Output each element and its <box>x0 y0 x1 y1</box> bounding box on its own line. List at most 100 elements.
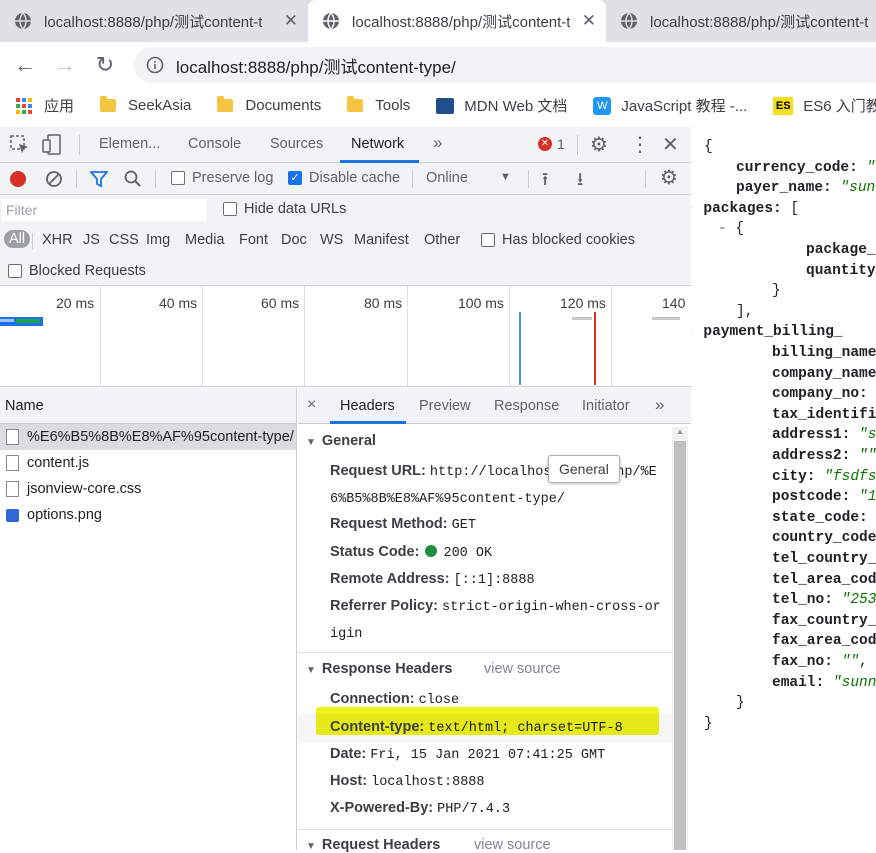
json-line: email: "sunny <box>772 675 876 691</box>
response-headers-section-title[interactable]: ▼ Response Headers <box>306 661 452 677</box>
type-doc[interactable]: Doc <box>281 232 307 248</box>
scrollbar-thumb[interactable] <box>674 441 686 850</box>
type-ws[interactable]: WS <box>320 232 343 248</box>
clear-icon[interactable] <box>45 170 63 188</box>
inspect-element-icon[interactable] <box>10 135 30 155</box>
json-key: city: <box>772 468 825 485</box>
general-section-title[interactable]: ▼ General <box>306 433 376 449</box>
request-row[interactable]: jsonview-core.css <box>0 476 296 502</box>
request-row[interactable]: options.png <box>0 502 296 528</box>
bookmark-tools[interactable]: Tools <box>347 96 410 114</box>
json-line: billing_name <box>772 345 876 361</box>
tab-response[interactable]: Response <box>494 398 559 414</box>
type-font[interactable]: Font <box>239 232 268 248</box>
bookmark-mdn[interactable]: MDN Web 文档 <box>436 95 567 116</box>
close-icon[interactable]: ✕ <box>284 12 298 30</box>
filter-funnel-icon[interactable] <box>90 170 108 188</box>
checkbox-label: Blocked Requests <box>29 263 146 279</box>
preserve-log-checkbox[interactable]: Preserve log <box>171 170 273 186</box>
kebab-menu-icon[interactable]: ⋮ <box>630 132 650 157</box>
more-detail-tabs-icon[interactable]: » <box>655 395 664 415</box>
browser-tab-3[interactable]: localhost:8888/php/测试content-type/ <box>606 0 876 42</box>
details-scrollbar[interactable]: ▲ <box>672 427 688 850</box>
details-tab-bar: × Headers Preview Response Initiator » <box>298 388 691 424</box>
back-arrow-icon[interactable]: ← <box>12 52 38 78</box>
more-tabs-icon[interactable]: » <box>433 133 442 153</box>
type-other[interactable]: Other <box>424 232 460 248</box>
json-string-value: "" <box>841 654 860 670</box>
timeline-label: 140 <box>662 295 686 311</box>
close-devtools-icon[interactable]: ✕ <box>662 132 679 157</box>
tab-console[interactable]: Console <box>188 136 241 152</box>
bookmark-apps[interactable]: 应用 <box>16 95 74 116</box>
tab-network[interactable]: Network <box>351 136 404 152</box>
collapse-toggle-icon[interactable]: - <box>692 324 703 340</box>
bookmark-seekasia[interactable]: SeekAsia <box>100 96 191 114</box>
json-line: } <box>736 695 745 711</box>
status-code-row: Status Code: 200 OK <box>330 539 492 567</box>
has-blocked-cookies-checkbox[interactable]: Has blocked cookies <box>481 232 635 248</box>
network-settings-gear-icon[interactable]: ⚙ <box>660 165 678 190</box>
header-value: [::1]:8888 <box>453 573 535 588</box>
settings-gear-icon[interactable]: ⚙ <box>590 132 608 157</box>
import-har-icon[interactable]: ⭱ <box>542 167 548 197</box>
collapse-toggle-icon[interactable]: - <box>692 201 703 217</box>
filter-input[interactable]: Filter <box>2 199 206 221</box>
view-source-link[interactable]: view source <box>474 837 551 853</box>
document-icon <box>6 481 19 497</box>
bookmark-es6[interactable]: ES ES6 入门教程 <box>773 95 876 116</box>
browser-tab-2[interactable]: localhost:8888/php/测试content-type/ ✕ <box>308 0 606 42</box>
type-all[interactable]: All <box>4 230 31 248</box>
type-css[interactable]: CSS <box>109 232 139 248</box>
json-line: { <box>704 139 713 155</box>
address-bar[interactable]: localhost:8888/php/测试content-type/ <box>134 47 876 83</box>
search-icon[interactable] <box>124 170 142 188</box>
type-manifest[interactable]: Manifest <box>354 232 409 248</box>
record-icon[interactable] <box>10 171 26 187</box>
tab-headers[interactable]: Headers <box>340 398 395 414</box>
dropdown-arrow-icon[interactable]: ▼ <box>500 171 511 183</box>
close-icon[interactable]: ✕ <box>582 12 596 30</box>
json-key: state_code: <box>772 509 868 526</box>
reload-icon[interactable]: ↻ <box>92 52 118 78</box>
name-column-header[interactable]: Name <box>0 388 296 424</box>
error-icon[interactable]: ✕ <box>538 137 552 151</box>
network-overview-timeline[interactable]: 20 ms 40 ms 60 ms 80 ms 100 ms 120 ms 14… <box>0 286 691 387</box>
close-details-icon[interactable]: × <box>307 396 316 414</box>
request-list: Name %E6%B5%8B%E8%AF%95content-type/ con… <box>0 388 297 850</box>
blocked-requests-checkbox[interactable]: Blocked Requests <box>8 263 146 279</box>
tab-preview[interactable]: Preview <box>419 398 471 414</box>
browser-tab-1[interactable]: localhost:8888/php/测试content-type/ ✕ <box>0 0 308 42</box>
response-header-row: Date: Fri, 15 Jan 2021 07:41:25 GMT <box>330 741 605 769</box>
disable-cache-checkbox[interactable]: ✓ Disable cache <box>288 170 400 186</box>
type-media[interactable]: Media <box>185 232 225 248</box>
error-count[interactable]: 1 <box>557 136 565 152</box>
json-key: address2: <box>772 448 860 464</box>
json-key: tel_no: <box>772 592 842 609</box>
tooltip: General <box>548 455 620 483</box>
json-key: payment_billing_ <box>703 324 843 341</box>
hide-data-urls-checkbox[interactable]: Hide data URLs <box>223 201 346 217</box>
tab-initiator[interactable]: Initiator <box>582 398 630 414</box>
request-row[interactable]: content.js <box>0 450 296 476</box>
request-name: content.js <box>27 455 90 471</box>
info-icon[interactable] <box>146 56 164 74</box>
tab-sources[interactable]: Sources <box>270 136 323 152</box>
tab-elements[interactable]: Elemen... <box>99 136 160 152</box>
request-headers-section-title[interactable]: ▼ Request Headers <box>306 837 440 853</box>
device-toolbar-icon[interactable] <box>42 134 62 156</box>
type-img[interactable]: Img <box>146 232 170 248</box>
timeline-label: 40 ms <box>159 295 198 311</box>
throttling-select[interactable]: Online <box>426 170 468 186</box>
type-js[interactable]: JS <box>83 232 100 248</box>
type-xhr[interactable]: XHR <box>42 232 73 248</box>
export-har-icon[interactable]: ⭳ <box>577 167 583 197</box>
expand-triangle-icon: ▼ <box>306 437 316 448</box>
forward-arrow-icon[interactable]: → <box>52 52 78 78</box>
bookmark-documents[interactable]: Documents <box>217 96 321 114</box>
json-key: currency_code: <box>736 159 867 176</box>
view-source-link[interactable]: view source <box>484 661 561 677</box>
request-row[interactable]: %E6%B5%8B%E8%AF%95content-type/ <box>0 424 296 450</box>
bookmark-javascript[interactable]: W JavaScript 教程 -... <box>593 95 747 116</box>
collapse-toggle-icon[interactable]: - <box>718 221 735 237</box>
